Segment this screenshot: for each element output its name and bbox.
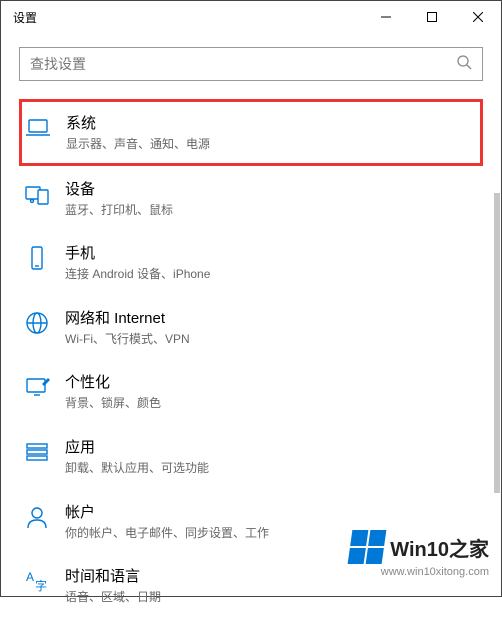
category-title: 帐户 <box>65 501 477 522</box>
category-network[interactable]: 网络和 Internet Wi-Fi、飞行模式、VPN <box>19 295 483 360</box>
category-apps[interactable]: 应用 卸载、默认应用、可选功能 <box>19 424 483 489</box>
search-icon <box>456 54 472 75</box>
category-title: 网络和 Internet <box>65 307 477 328</box>
globe-icon <box>23 309 51 337</box>
watermark-logo: Win10之家 <box>350 530 489 564</box>
windows-logo-icon <box>348 530 387 564</box>
watermark: Win10之家 www.win10xitong.com <box>350 530 489 578</box>
laptop-icon <box>24 114 52 142</box>
category-title: 个性化 <box>65 371 477 392</box>
category-desc: 背景、锁屏、颜色 <box>65 396 477 412</box>
category-personalization[interactable]: 个性化 背景、锁屏、颜色 <box>19 359 483 424</box>
watermark-brand-prefix: Win10 <box>390 539 449 561</box>
minimize-button[interactable] <box>363 1 409 33</box>
close-button[interactable] <box>455 1 501 33</box>
category-title: 手机 <box>65 242 477 263</box>
category-desc: 连接 Android 设备、iPhone <box>65 267 477 283</box>
svg-text:A: A <box>26 570 34 584</box>
category-title: 应用 <box>65 436 477 457</box>
category-desc: 卸载、默认应用、可选功能 <box>65 461 477 477</box>
category-title: 系统 <box>66 112 476 133</box>
category-phone[interactable]: 手机 连接 Android 设备、iPhone <box>19 230 483 295</box>
category-desc: 显示器、声音、通知、电源 <box>66 137 476 153</box>
category-desc: Wi-Fi、飞行模式、VPN <box>65 332 477 348</box>
category-system[interactable]: 系统 显示器、声音、通知、电源 <box>19 99 483 166</box>
category-title: 设备 <box>65 178 477 199</box>
category-desc: 蓝牙、打印机、鼠标 <box>65 203 477 219</box>
phone-icon <box>23 244 51 272</box>
category-devices[interactable]: 设备 蓝牙、打印机、鼠标 <box>19 166 483 231</box>
search-box[interactable] <box>19 47 483 81</box>
devices-icon <box>23 180 51 208</box>
category-desc: 语音、区域、日期 <box>65 590 477 606</box>
account-icon <box>23 503 51 531</box>
time-language-icon: A字 <box>23 567 51 595</box>
apps-icon <box>23 438 51 466</box>
search-input[interactable] <box>30 56 456 72</box>
scrollbar[interactable] <box>494 193 500 493</box>
watermark-brand-suffix: 之家 <box>449 539 489 561</box>
window-controls <box>363 1 501 33</box>
content-area: 系统 显示器、声音、通知、电源 设备 蓝牙、打印机、鼠标 手机 连接 Andro… <box>1 33 501 596</box>
titlebar: 设置 <box>1 1 501 33</box>
personalize-icon <box>23 373 51 401</box>
svg-text:字: 字 <box>35 578 47 593</box>
window-title: 设置 <box>13 9 363 26</box>
watermark-url: www.win10xitong.com <box>350 566 489 578</box>
maximize-button[interactable] <box>409 1 455 33</box>
